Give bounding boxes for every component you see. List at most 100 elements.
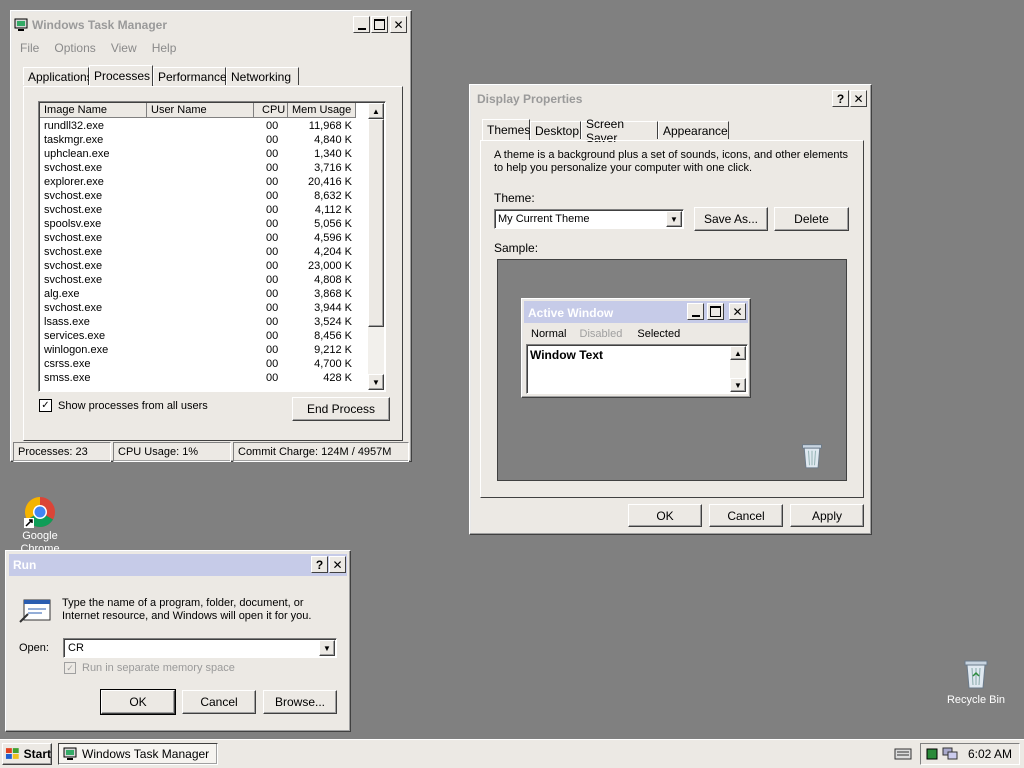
process-list-scrollbar[interactable]: ▲ ▼: [368, 103, 384, 390]
help-button[interactable]: ?: [311, 556, 328, 573]
table-row[interactable]: smss.exe 00 428 K: [40, 371, 370, 385]
table-row[interactable]: explorer.exe 00 20,416 K: [40, 175, 370, 189]
process-mem-usage: 4,700 K: [314, 358, 352, 370]
menu-help[interactable]: Help: [152, 41, 177, 55]
save-as-button[interactable]: Save As...: [694, 207, 768, 231]
tab-desktop[interactable]: Desktop: [530, 121, 581, 139]
table-row[interactable]: taskmgr.exe 00 4,840 K: [40, 133, 370, 147]
open-dropdown-button[interactable]: ▼: [319, 640, 335, 656]
tab-processes[interactable]: Processes: [89, 65, 153, 86]
menu-view[interactable]: View: [111, 41, 137, 55]
table-row[interactable]: svchost.exe 00 3,944 K: [40, 301, 370, 315]
cancel-button[interactable]: Cancel: [182, 690, 256, 714]
table-row[interactable]: services.exe 00 8,456 K: [40, 329, 370, 343]
table-row[interactable]: svchost.exe 00 3,716 K: [40, 161, 370, 175]
table-row[interactable]: csrss.exe 00 4,700 K: [40, 357, 370, 371]
start-button[interactable]: Start: [2, 743, 52, 765]
status-cpu-usage: CPU Usage: 1%: [113, 442, 231, 462]
run-dialog[interactable]: Run ? ✕ Type the name of a program, fold…: [5, 550, 351, 732]
delete-button[interactable]: Delete: [774, 207, 849, 231]
process-cpu: 00: [266, 274, 279, 286]
tab-networking[interactable]: Networking: [226, 67, 299, 85]
table-row[interactable]: svchost.exe 00 4,204 K: [40, 245, 370, 259]
close-icon: ✕: [732, 304, 743, 319]
display-properties-window[interactable]: Display Properties ? ✕ Themes Desktop Sc…: [469, 84, 872, 535]
keyboard-icon[interactable]: [894, 747, 912, 761]
table-row[interactable]: uphclean.exe 00 1,340 K: [40, 147, 370, 161]
display-properties-tabstrip: Themes Desktop Screen Saver Appearance: [482, 117, 862, 145]
process-mem-usage: 3,716 K: [314, 162, 352, 174]
process-image-name: taskmgr.exe: [44, 134, 104, 146]
maximize-icon: [710, 306, 721, 317]
theme-dropdown-button[interactable]: ▼: [666, 211, 682, 227]
table-row[interactable]: svchost.exe 00 8,632 K: [40, 189, 370, 203]
save-as-label: Save As...: [703, 212, 759, 226]
open-combobox[interactable]: CR ▼: [63, 638, 337, 658]
checkbox-box[interactable]: ✓: [39, 399, 52, 412]
recycle-bin-icon: [964, 660, 988, 689]
process-image-name: svchost.exe: [44, 204, 103, 216]
ok-button[interactable]: OK: [100, 689, 176, 715]
tab-screen-saver[interactable]: Screen Saver: [581, 117, 658, 145]
open-input-value[interactable]: CR: [68, 642, 84, 654]
column-user-name[interactable]: User Name: [147, 103, 254, 118]
browse-button[interactable]: Browse...: [263, 690, 337, 714]
table-row[interactable]: svchost.exe 00 4,112 K: [40, 203, 370, 217]
help-button[interactable]: ?: [832, 90, 849, 107]
close-button[interactable]: ✕: [390, 16, 407, 33]
close-button[interactable]: ✕: [850, 90, 867, 107]
theme-dropdown[interactable]: My Current Theme ▼: [494, 209, 684, 229]
run-titlebar[interactable]: Run ? ✕: [9, 554, 347, 576]
column-image-name[interactable]: Image Name: [40, 103, 147, 118]
tab-appearance[interactable]: Appearance: [658, 121, 729, 139]
table-row[interactable]: alg.exe 00 3,868 K: [40, 287, 370, 301]
process-mem-usage: 3,868 K: [314, 288, 352, 300]
maximize-button[interactable]: [371, 16, 388, 33]
task-manager-statusbar: Processes: 23 CPU Usage: 1% Commit Charg…: [13, 442, 409, 462]
column-cpu[interactable]: CPU: [254, 103, 288, 118]
task-manager-icon: [63, 747, 77, 760]
end-process-button[interactable]: End Process: [292, 397, 390, 421]
google-chrome-desktop-icon[interactable]: Google Chrome: [10, 496, 70, 556]
sample-menu-disabled: Disabled: [579, 328, 623, 340]
tab-themes-label: Themes: [487, 123, 531, 137]
process-image-name: svchost.exe: [44, 190, 103, 202]
tab-performance[interactable]: Performance: [153, 67, 227, 85]
task-manager-window[interactable]: Windows Task Manager ✕ File Options View…: [10, 10, 412, 462]
process-mem-usage: 1,340 K: [314, 148, 352, 160]
scroll-thumb[interactable]: [368, 119, 384, 327]
display-properties-titlebar[interactable]: Display Properties ? ✕: [473, 88, 868, 110]
menu-options[interactable]: Options: [54, 41, 95, 55]
cancel-button[interactable]: Cancel: [709, 504, 783, 527]
network-icon[interactable]: [942, 747, 958, 761]
menu-file[interactable]: File: [20, 41, 39, 55]
scroll-down-button[interactable]: ▼: [368, 374, 384, 390]
tab-themes[interactable]: Themes: [482, 119, 530, 140]
table-row[interactable]: svchost.exe 00 4,596 K: [40, 231, 370, 245]
close-button[interactable]: ✕: [329, 556, 346, 573]
table-row[interactable]: spoolsv.exe 00 5,056 K: [40, 217, 370, 231]
sample-window-text: Window Text: [530, 348, 603, 362]
minimize-button[interactable]: [353, 16, 370, 33]
process-list[interactable]: Image Name User Name CPU Mem Usage rundl…: [38, 101, 386, 392]
table-row[interactable]: rundll32.exe 00 11,968 K: [40, 119, 370, 133]
recycle-bin-desktop-icon[interactable]: Recycle Bin: [944, 656, 1008, 706]
table-row[interactable]: lsass.exe 00 3,524 K: [40, 315, 370, 329]
tray-app-icon[interactable]: [926, 748, 938, 760]
process-mem-usage: 4,112 K: [314, 204, 352, 216]
apply-label: Apply: [811, 508, 843, 523]
tab-applications[interactable]: Applications: [23, 67, 93, 85]
column-mem-usage[interactable]: Mem Usage: [288, 103, 356, 118]
show-all-users-checkbox[interactable]: ✓ Show processes from all users: [39, 399, 208, 412]
table-row[interactable]: svchost.exe 00 23,000 K: [40, 259, 370, 273]
clock[interactable]: 6:02 AM: [968, 747, 1012, 761]
table-row[interactable]: winlogon.exe 00 9,212 K: [40, 343, 370, 357]
open-label: Open:: [19, 642, 49, 654]
scroll-up-button[interactable]: ▲: [368, 103, 384, 119]
ok-button[interactable]: OK: [628, 504, 702, 527]
process-mem-usage: 9,212 K: [314, 344, 352, 356]
task-manager-titlebar[interactable]: Windows Task Manager ✕: [14, 14, 408, 36]
apply-button[interactable]: Apply: [790, 504, 864, 527]
taskbar-task-manager-button[interactable]: Windows Task Manager: [58, 743, 218, 765]
table-row[interactable]: svchost.exe 00 4,808 K: [40, 273, 370, 287]
